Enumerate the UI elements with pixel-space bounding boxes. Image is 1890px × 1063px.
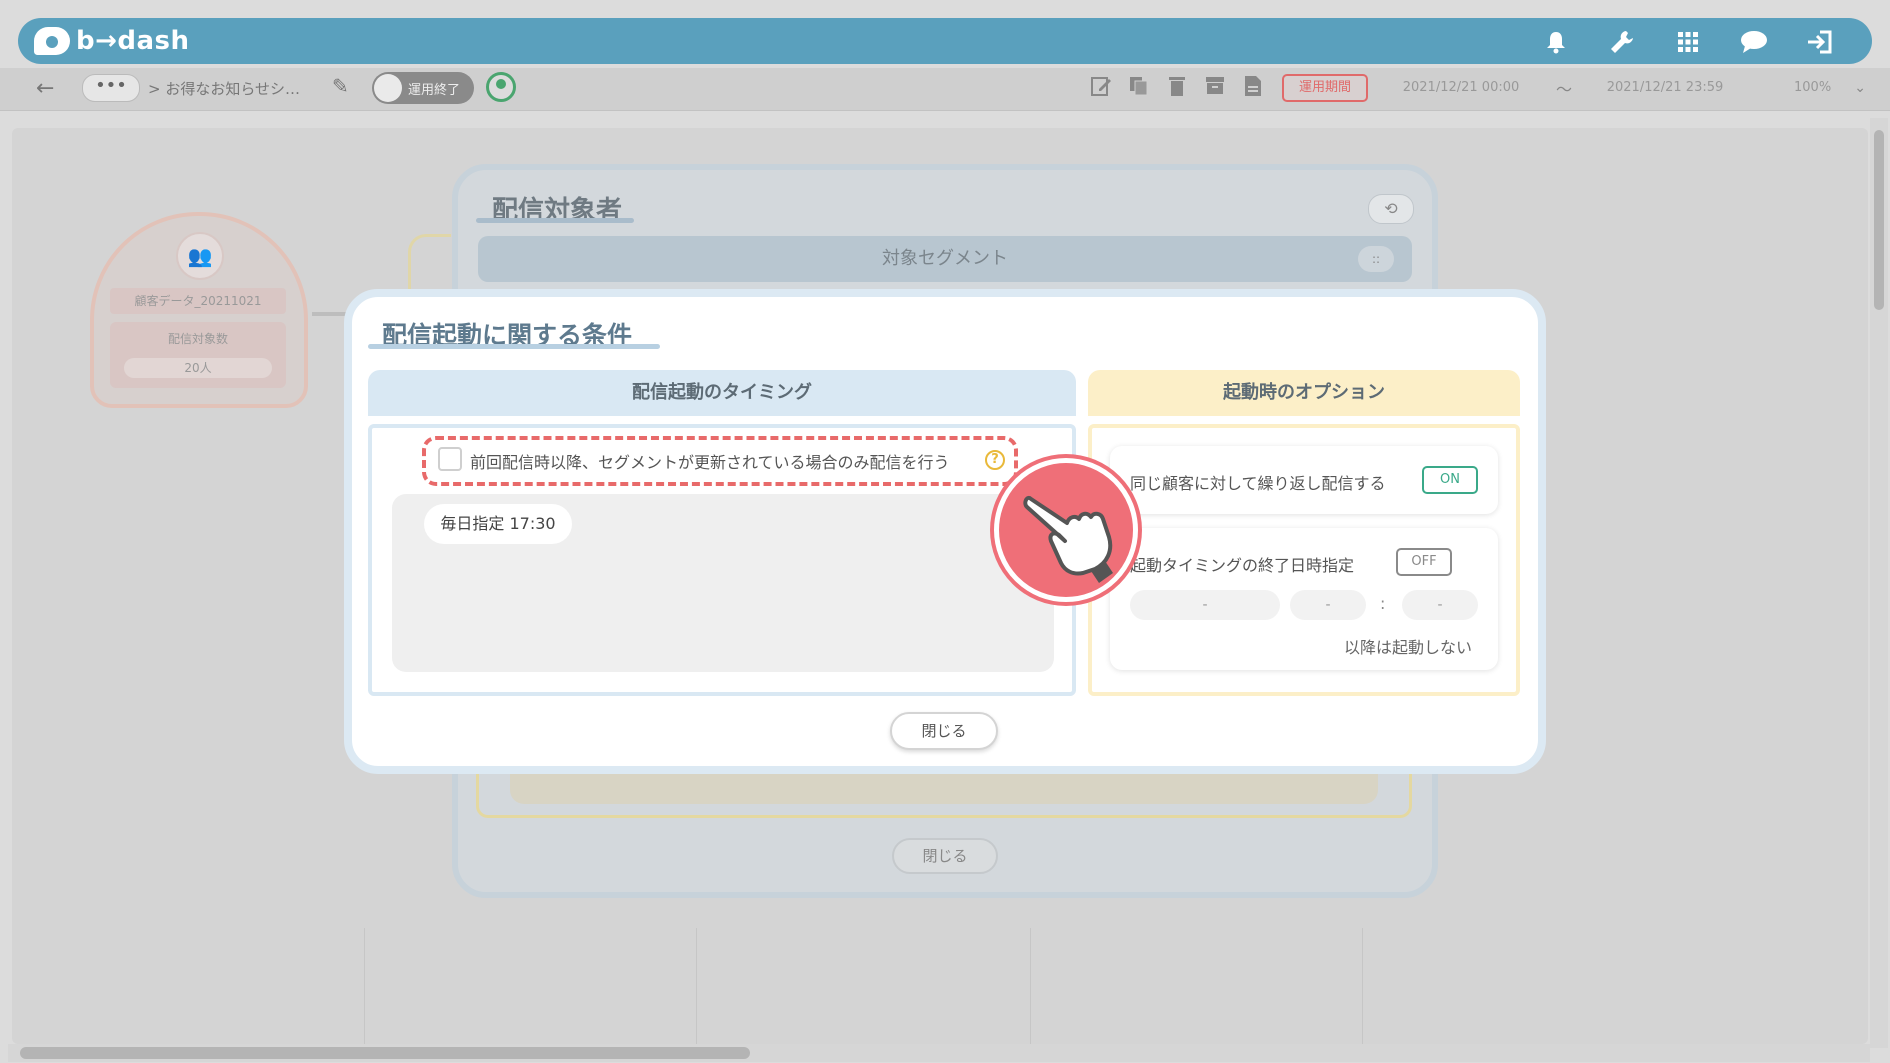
repeat-option-label: 同じ顧客に対して繰り返し配信する [1130, 474, 1386, 493]
header-icons [1536, 22, 1840, 62]
only-updated-checkbox[interactable] [438, 447, 462, 471]
wrench-icon[interactable] [1602, 22, 1642, 62]
repeat-toggle[interactable]: ON [1422, 466, 1478, 494]
timing-item[interactable]: 毎日指定 17:30 [424, 504, 572, 544]
segment-settings-icon[interactable]: :: [1358, 246, 1394, 272]
horizontal-scrollbar[interactable] [8, 1044, 1870, 1062]
help-icon[interactable]: ? [985, 450, 1005, 470]
grid-icon[interactable] [1668, 22, 1708, 62]
breadcrumb[interactable]: > お得なお知らせシ… [148, 78, 300, 99]
archive-icon[interactable] [1202, 74, 1228, 102]
options-panel-inner [510, 772, 1378, 804]
logo-text: b→dash [76, 26, 190, 56]
time-colon: : [1380, 594, 1386, 613]
vertical-scroll-thumb[interactable] [1874, 130, 1884, 310]
document-icon[interactable] [1240, 74, 1266, 102]
edit-note-icon[interactable] [1088, 74, 1114, 102]
status-toggle[interactable]: 運用終了 [372, 72, 474, 104]
node-count-label: 配信対象数 [167, 332, 228, 346]
segment-header: 対象セグメント [478, 236, 1412, 282]
after-note: 以降は起動しない [1344, 638, 1473, 657]
end-minute-field[interactable]: - [1402, 590, 1478, 620]
end-date-field[interactable]: - [1130, 590, 1280, 620]
title-underline [476, 218, 634, 223]
pointing-hand-icon [994, 458, 1138, 602]
end-datetime-field[interactable]: 2021/12/21 23:59 [1570, 74, 1760, 102]
edit-pen-icon[interactable]: ✎ [332, 74, 349, 98]
start-datetime-field[interactable]: 2021/12/21 00:00 [1366, 74, 1556, 102]
title-underline [368, 344, 660, 349]
status-toggle-label: 運用終了 [408, 83, 461, 98]
period-button[interactable]: 運用期間 [1282, 74, 1368, 102]
zoom-value: 100% [1794, 80, 1832, 95]
logout-icon[interactable] [1800, 22, 1840, 62]
options-header: 起動時のオプション [1088, 370, 1520, 416]
chevron-down-icon: ⌄ [1854, 80, 1866, 96]
canvas-gridline [1362, 928, 1363, 1046]
end-hour-field[interactable]: - [1290, 590, 1366, 620]
vertical-scrollbar[interactable] [1870, 118, 1888, 1048]
node-count-box: 配信対象数 20人 [110, 322, 286, 388]
canvas-gridline [364, 928, 365, 1046]
end-datetime-label: 起動タイミングの終了日時指定 [1130, 556, 1355, 575]
back-arrow-icon[interactable]: ← [36, 76, 54, 101]
timing-header: 配信起動のタイミング [368, 370, 1076, 416]
people-icon: 👥 [176, 232, 224, 280]
next-node-edge [408, 234, 451, 297]
canvas-gridline [696, 928, 697, 1046]
history-icon[interactable]: ⟲ [1368, 194, 1414, 224]
only-updated-checkbox-label[interactable]: 前回配信時以降、セグメントが更新されている場合のみ配信を行う [470, 449, 950, 473]
app-logo[interactable]: b→dash [34, 24, 190, 58]
zoom-select[interactable]: 100% ⌄ [1760, 74, 1870, 102]
trash-icon[interactable] [1164, 74, 1190, 102]
chat-icon[interactable] [1734, 22, 1774, 62]
copy-icon[interactable] [1126, 74, 1152, 102]
bell-icon[interactable] [1536, 22, 1576, 62]
horizontal-scroll-thumb[interactable] [20, 1047, 750, 1059]
canvas-gridline [1030, 928, 1031, 1046]
logo-bubble-icon [34, 27, 70, 55]
target-dialog-close-button[interactable]: 閉じる [892, 838, 998, 874]
node-name: 顧客データ_20211021 [110, 288, 286, 314]
breadcrumb-more-button[interactable]: ••• [82, 74, 140, 102]
toggle-knob [374, 74, 402, 102]
node-count-value: 20人 [124, 358, 272, 378]
close-button[interactable]: 閉じる [890, 712, 998, 750]
end-datetime-toggle[interactable]: OFF [1396, 548, 1452, 576]
user-status-icon[interactable] [486, 72, 516, 102]
